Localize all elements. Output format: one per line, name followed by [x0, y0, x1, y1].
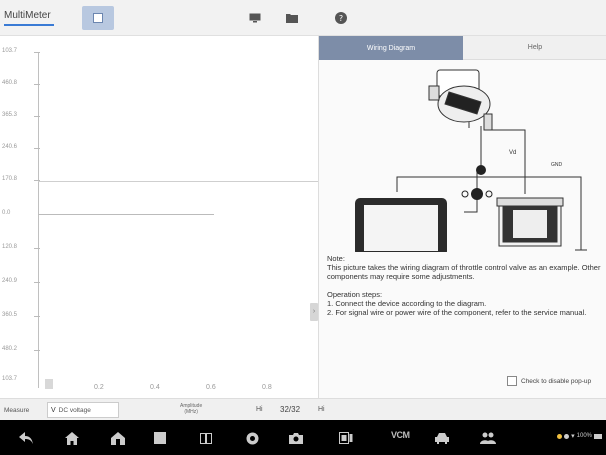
- monitor-icon: [249, 13, 261, 23]
- wiring-diagram-image: Vd GND: [355, 69, 587, 252]
- hi-label-2[interactable]: Hi: [318, 406, 325, 413]
- y-tick-label: 240.9: [2, 278, 18, 284]
- display-button[interactable]: [245, 6, 265, 30]
- mode-button[interactable]: [82, 6, 114, 30]
- disable-popup-checkbox[interactable]: [507, 376, 517, 386]
- y-tick-mark: [34, 248, 40, 249]
- amplitude-unit: (MHz): [184, 409, 198, 415]
- folder-button[interactable]: [281, 6, 303, 30]
- wifi-icon: ▾: [571, 433, 575, 440]
- measure-label: Measure: [4, 407, 30, 414]
- measure-dropdown[interactable]: V DC voltage: [47, 402, 119, 418]
- x-tick-label: 0.4: [150, 384, 160, 391]
- recent-apps-icon[interactable]: [150, 428, 170, 448]
- y-tick-label: 103.7: [2, 48, 18, 54]
- tab-bar: Wiring Diagram Help: [319, 36, 606, 60]
- y-tick-label: 103.7: [2, 376, 18, 382]
- y-tick-label: 170.8: [2, 176, 18, 182]
- scope-graph[interactable]: 103.7 460.8 365.3 240.6 170.8 0.0 120.8 …: [0, 36, 318, 398]
- amplitude-control[interactable]: Amplitude (MHz): [180, 403, 202, 415]
- y-tick-label: 365.3: [2, 112, 18, 118]
- vd-label: Vd: [509, 150, 516, 156]
- back-icon[interactable]: [16, 428, 36, 448]
- reference-line: [38, 181, 318, 182]
- disable-popup-row[interactable]: Check to disable pop-up: [507, 376, 591, 386]
- vci-dot-icon: [557, 433, 563, 439]
- note-title: Note:: [327, 254, 345, 263]
- autel-home-icon[interactable]: [108, 428, 128, 448]
- right-panel: Wiring Diagram Help Vd GND Note: This pi…: [318, 36, 606, 398]
- x-origin-marker: [45, 379, 53, 389]
- panel-collapse-handle[interactable]: ›: [310, 303, 318, 321]
- battery-icon: [594, 433, 602, 439]
- split-screen-icon[interactable]: [196, 428, 216, 448]
- operation-step-2: 2. For signal wire or power wire of the …: [327, 308, 587, 317]
- svg-text:?: ?: [339, 14, 343, 23]
- system-nav-bar: VCM ▾ 100%: [0, 420, 606, 455]
- x-tick-label: 0.8: [262, 384, 272, 391]
- y-tick-mark: [34, 84, 40, 85]
- y-tick-label: 460.8: [2, 80, 18, 86]
- y-tick-mark: [34, 282, 40, 283]
- x-tick-label: 0.2: [94, 384, 104, 391]
- chrome-browser-icon[interactable]: [242, 428, 262, 448]
- voltage-icon: V: [51, 406, 56, 414]
- measurement-bar: Measure V DC voltage Amplitude (MHz) Hi …: [0, 398, 606, 420]
- vci-device-illustration: [496, 197, 564, 247]
- y-tick-label: 360.5: [2, 312, 18, 318]
- y-tick-mark: [34, 350, 40, 351]
- note-text: This picture takes the wiring diagram of…: [327, 263, 601, 281]
- throttle-body-illustration: [428, 69, 493, 131]
- y-center-label: 0.0: [2, 210, 11, 216]
- y-tick-label: 120.8: [2, 244, 18, 250]
- instructions-text: Note: This picture takes the wiring diag…: [327, 254, 602, 317]
- y-tick-mark: [34, 148, 40, 149]
- top-toolbar: MultiMeter ?: [0, 0, 606, 36]
- operation-steps-title: Operation steps:: [327, 290, 383, 299]
- measure-value: DC voltage: [58, 406, 91, 414]
- help-circle-icon: ?: [335, 12, 347, 24]
- title-underline: [4, 24, 54, 26]
- square-icon: [93, 13, 103, 23]
- x-tick-label: 0.6: [206, 384, 216, 391]
- home-icon[interactable]: [62, 428, 82, 448]
- frame-count: 32/32: [280, 405, 301, 414]
- y-tick-mark: [34, 316, 40, 317]
- bluetooth-icon: [564, 433, 570, 439]
- folder-icon: [286, 14, 298, 23]
- tab-wiring-diagram[interactable]: Wiring Diagram: [319, 36, 463, 60]
- status-area: ▾ 100%: [557, 432, 602, 440]
- car-icon[interactable]: [432, 428, 452, 448]
- gnd-label: GND: [551, 162, 563, 168]
- disable-popup-label: Check to disable pop-up: [521, 377, 592, 385]
- y-tick-label: 240.6: [2, 144, 18, 150]
- battery-text: 100%: [576, 433, 592, 439]
- hi-label[interactable]: Hi: [256, 406, 263, 413]
- vci-status-icon[interactable]: VCM: [391, 430, 410, 440]
- y-tick-mark: [34, 116, 40, 117]
- tablet-illustration: [355, 198, 447, 252]
- tab-help[interactable]: Help: [463, 36, 606, 60]
- y-tick-label: 480.2: [2, 346, 18, 352]
- signal-trace: [38, 214, 214, 215]
- y-tick-mark: [34, 52, 40, 53]
- help-button[interactable]: ?: [330, 6, 352, 30]
- operation-step-1: 1. Connect the device according to the d…: [327, 299, 487, 308]
- app-title: MultiMeter: [4, 10, 51, 21]
- screen-record-icon[interactable]: [336, 428, 356, 448]
- y-axis: [38, 52, 39, 388]
- people-icon[interactable]: [478, 428, 498, 448]
- camera-icon[interactable]: [286, 428, 306, 448]
